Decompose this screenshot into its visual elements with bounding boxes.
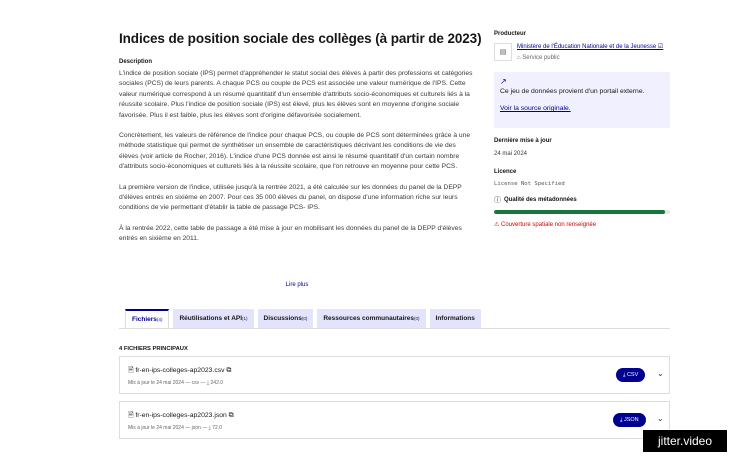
description: L'indice de position sociale (IPS) perme… xyxy=(119,69,475,279)
files-section-title: 4 FICHIERS PRINCIPAUX xyxy=(119,346,188,352)
chevron-down-icon[interactable]: ⌄ xyxy=(657,369,664,378)
spatial-coverage-warning: ⚠ Couverture spatiale non renseignée xyxy=(494,222,597,228)
tab-divider xyxy=(119,328,670,329)
description-paragraph: Concrètement, les valeurs de référence d… xyxy=(119,132,471,171)
tab-bar: Fichiers (4) Réutilisations et API (1) Dis… xyxy=(125,309,485,328)
metadata-quality-bar xyxy=(494,210,670,214)
file-card: 🗎 fr-en-ips-colleges-ap2023.json ⧉ Mis à… xyxy=(119,401,670,439)
description-paragraph: La première version de l'indice, utilisé… xyxy=(119,183,462,212)
description-fade xyxy=(119,253,475,279)
metadata-quality-fill xyxy=(494,210,665,214)
description-paragraph: À la rentrée 2022, cette table de passag… xyxy=(119,224,462,243)
external-source-box: ↗ Ce jeu de données provient d'un portai… xyxy=(494,72,670,128)
last-update-value: 24 mai 2024 xyxy=(494,151,528,157)
file-meta: Mis à jour le 24 mai 2024 — json — ⤓ 72.… xyxy=(128,425,222,431)
producer-label: Producteur xyxy=(494,31,527,37)
read-more-link[interactable]: Lire plus xyxy=(119,279,475,291)
download-json-button[interactable]: ⤓ JSON xyxy=(613,413,646,427)
description-paragraph: L'indice de position sociale (IPS) perme… xyxy=(119,70,473,119)
license-value: License Not Specified xyxy=(494,181,565,187)
watermark: jitter.video xyxy=(643,430,727,452)
producer: ▤ Ministère de l'Éducation Nationale et … xyxy=(494,43,670,63)
chevron-down-icon[interactable]: ⌄ xyxy=(657,414,664,423)
last-update-label: Dernière mise à jour xyxy=(494,138,552,144)
file-card: 🗎 fr-en-ips-colleges-ap2023.csv ⧉ Mis à … xyxy=(119,356,670,394)
tab-community-resources[interactable]: Ressources communautaires (0) xyxy=(317,309,426,328)
external-link-icon: ↗ xyxy=(500,77,507,86)
producer-logo-icon[interactable]: ▤ xyxy=(494,43,512,61)
file-meta: Mis à jour le 24 mai 2024 — csv — ⤓ 242.… xyxy=(128,380,224,386)
page-title: Indices de position sociale des collèges… xyxy=(119,31,482,46)
info-icon: ⓘ xyxy=(494,197,501,204)
tab-reuses-api[interactable]: Réutilisations et API (1) xyxy=(173,309,254,328)
metadata-quality-label: Qualité des métadonnées xyxy=(504,196,577,203)
file-name[interactable]: 🗎 fr-en-ips-colleges-ap2023.json ⧉ xyxy=(128,411,234,422)
main-content: Indices de position sociale des collèges… xyxy=(119,30,482,291)
tab-informations[interactable]: Informations xyxy=(429,309,481,328)
tab-discussions[interactable]: Discussions (0) xyxy=(257,309,314,328)
sidebar: Producteur ▤ Ministère de l'Éducation Na… xyxy=(494,30,670,230)
license-label: Licence xyxy=(494,169,517,175)
original-source-link[interactable]: Voir la source originale. xyxy=(500,105,571,112)
external-source-text: Ce jeu de données provient d'un portail … xyxy=(500,88,645,95)
producer-type: ⌂ Service public xyxy=(517,55,560,61)
download-csv-button[interactable]: ⤓ CSV xyxy=(616,368,646,382)
producer-link[interactable]: Ministère de l'Éducation Nationale et de… xyxy=(517,43,670,52)
file-name[interactable]: 🗎 fr-en-ips-colleges-ap2023.csv ⧉ xyxy=(128,366,231,377)
description-label: Description xyxy=(119,59,153,65)
tab-files[interactable]: Fichiers (4) xyxy=(125,309,170,328)
